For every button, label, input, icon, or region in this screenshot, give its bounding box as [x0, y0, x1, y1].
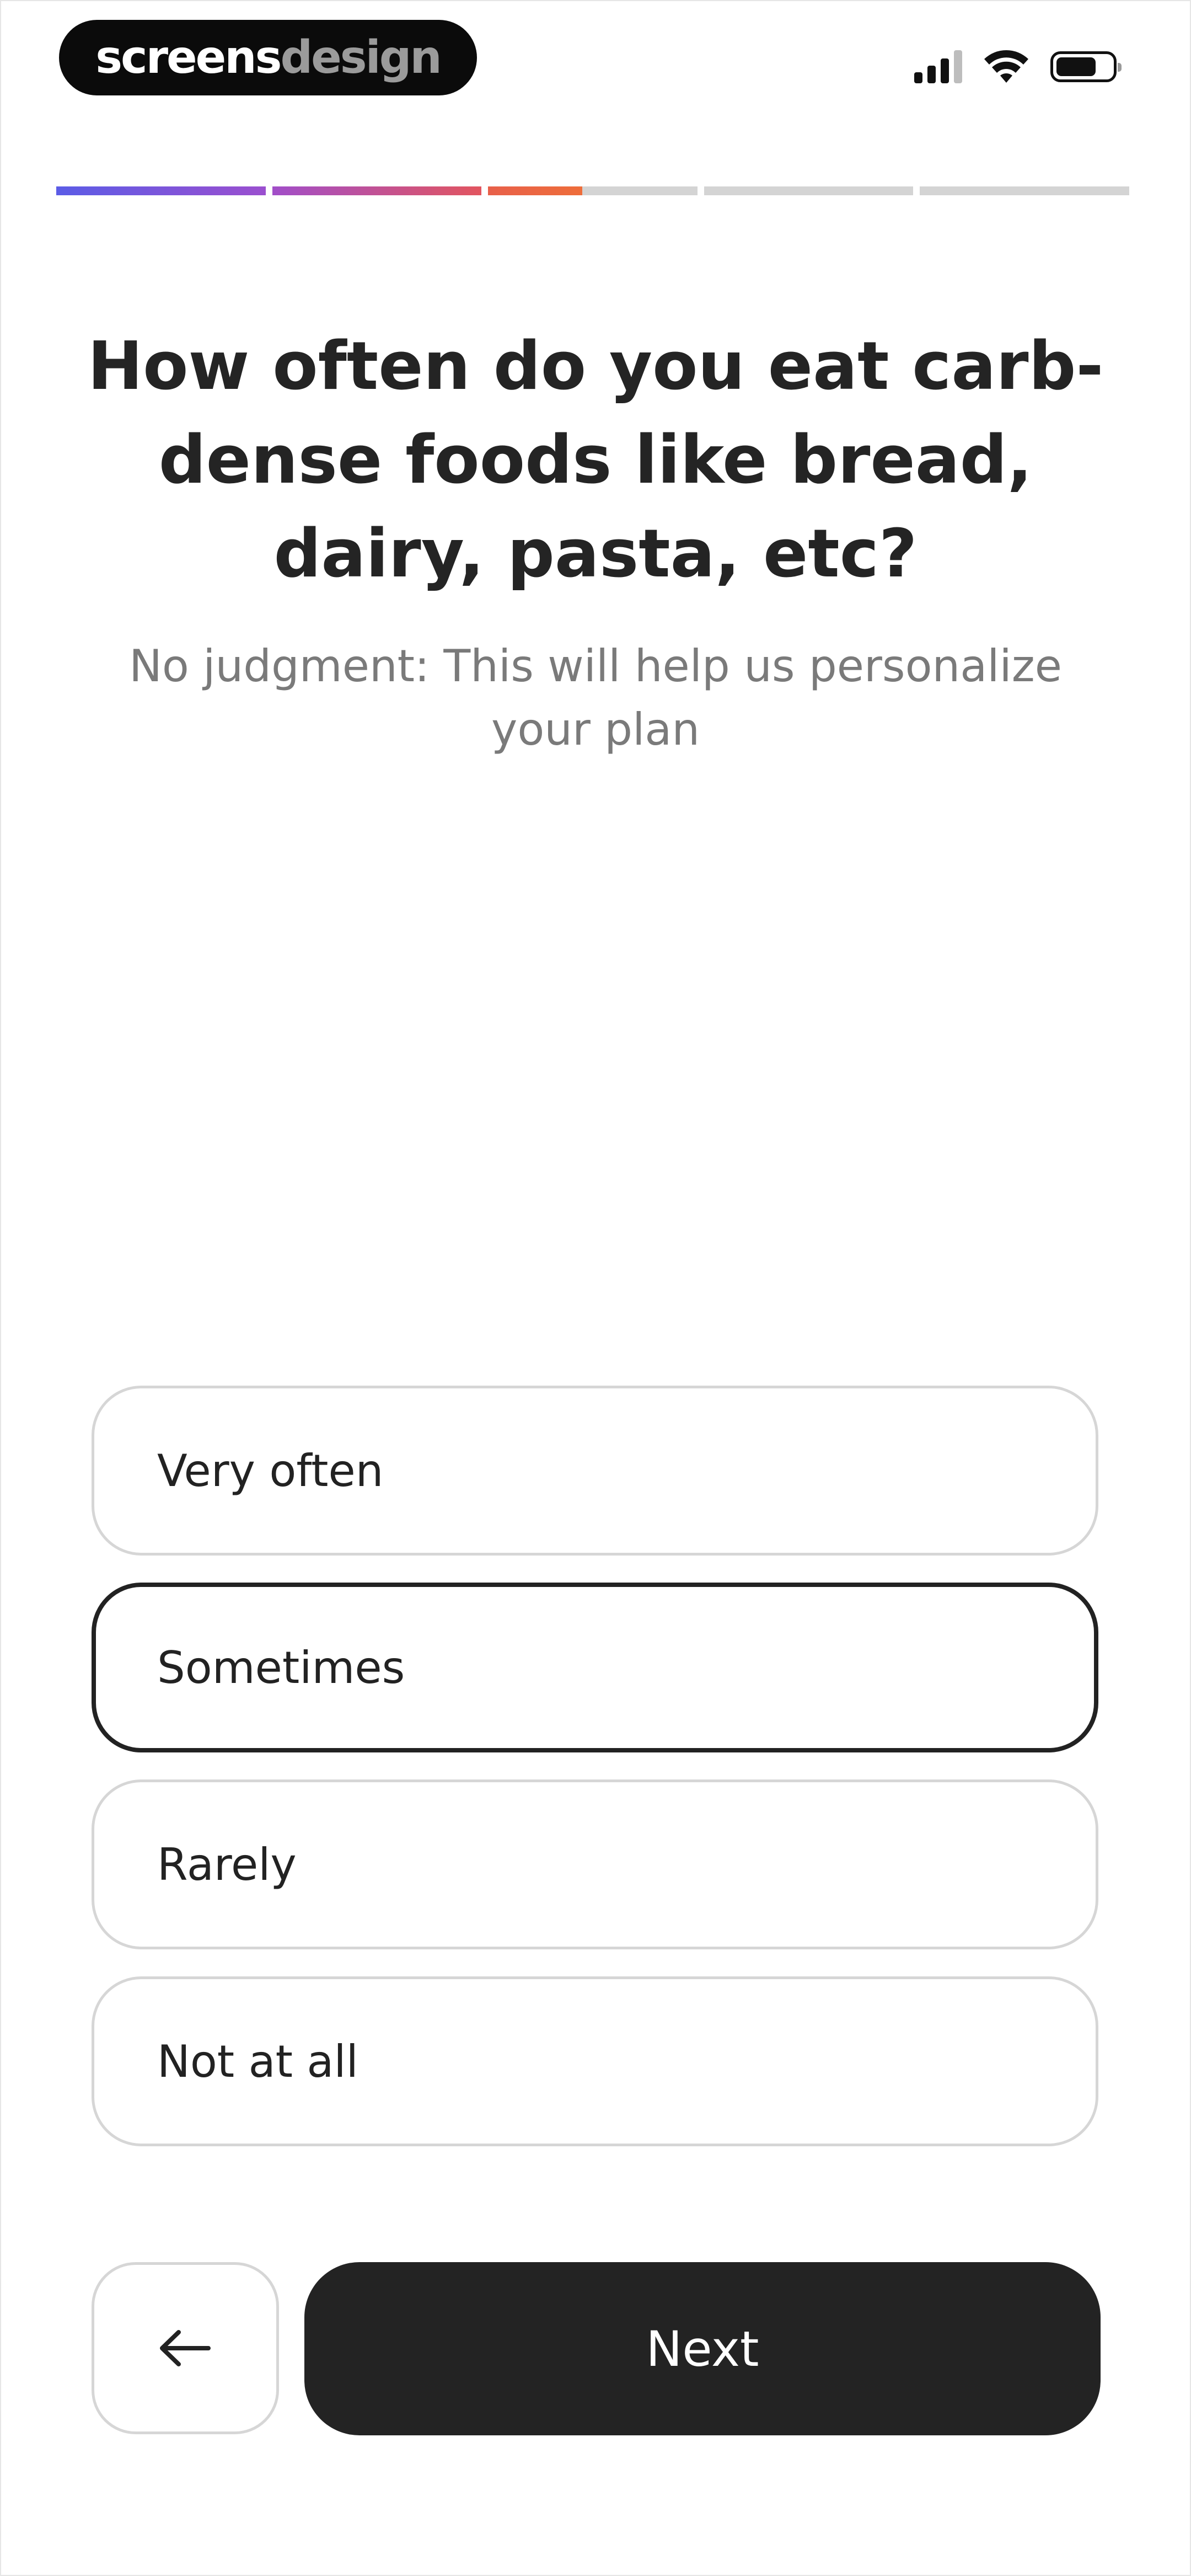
brand-text-secondary: design [280, 31, 442, 84]
next-button[interactable]: Next [304, 2262, 1101, 2435]
option-not-at-all[interactable]: Not at all [92, 1976, 1098, 2146]
brand-text-primary: screens [95, 31, 282, 84]
option-label: Very often [157, 1445, 384, 1497]
option-label: Rarely [157, 1839, 297, 1890]
question-title: How often do you eat carb-dense foods li… [87, 328, 1104, 592]
wifi-icon [984, 50, 1028, 83]
progress-segment-4 [704, 186, 914, 195]
cellular-signal-icon [914, 50, 962, 83]
progress-segment-1 [56, 186, 266, 195]
option-label: Sometimes [157, 1642, 405, 1693]
progress-segment-2 [272, 186, 482, 195]
option-very-often[interactable]: Very often [92, 1386, 1098, 1556]
brand-logo: screens design [59, 20, 477, 95]
question-subtitle: No judgment: This will help us personali… [129, 640, 1062, 755]
status-icons [914, 50, 1122, 84]
progress-segment-3 [488, 186, 698, 195]
back-button[interactable] [92, 2262, 279, 2434]
option-sometimes[interactable]: Sometimes [92, 1583, 1098, 1752]
battery-icon [1050, 51, 1122, 82]
progress-bar [56, 186, 1129, 195]
progress-segment-5 [920, 186, 1129, 195]
answer-options: Very often Sometimes Rarely Not at all [92, 1386, 1098, 2173]
option-rarely[interactable]: Rarely [92, 1779, 1098, 1949]
option-label: Not at all [157, 2035, 358, 2087]
arrow-left-icon [160, 2330, 211, 2366]
